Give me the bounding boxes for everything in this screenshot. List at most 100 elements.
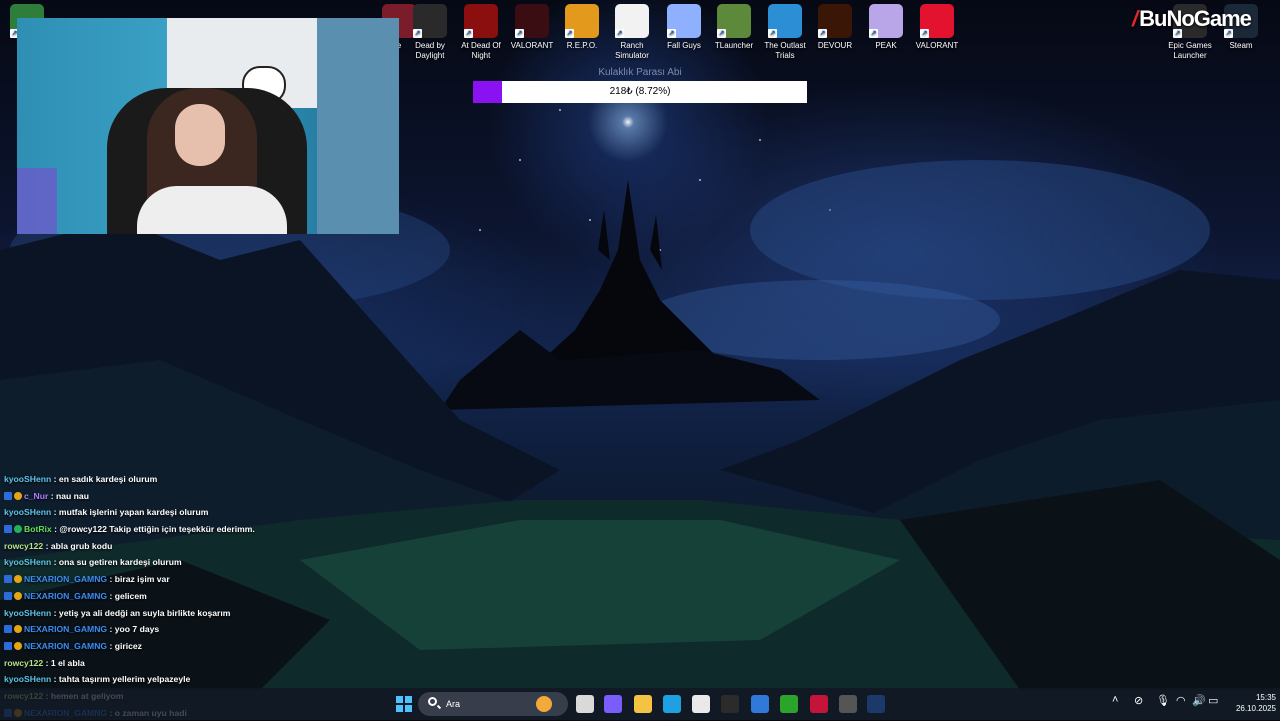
shortcut-arrow-icon: ↗ (869, 29, 878, 38)
windows-logo-pane (405, 705, 412, 712)
chat-message: kyooSHenn : tahta taşırım yellerim yelpa… (4, 671, 364, 688)
chat-text: nau nau (56, 490, 89, 501)
tray-chevron-icon[interactable]: ˄ (1112, 694, 1118, 706)
chat-text: 1 el abla (50, 657, 85, 668)
desktop-icon-label: VALORANT (510, 41, 554, 50)
valorant-taskbar-icon[interactable] (810, 695, 828, 713)
webcam-door (317, 18, 399, 234)
brand-logo: /BuNoGame (1132, 6, 1252, 31)
icon-dead-by-daylight[interactable]: ↗ Dead by Daylight (403, 4, 457, 61)
desktop-icon-label: At Dead Of Night (461, 41, 501, 60)
folder-icon[interactable] (634, 695, 652, 713)
icon-ranch-simulator[interactable]: ↗ Ranch Simulator (605, 4, 659, 61)
sub-badge-icon (14, 625, 22, 634)
chat-separator: : (107, 574, 115, 585)
shortcut-arrow-icon: ↗ (768, 29, 777, 38)
icon-ranch-simulator-image: ↗ (615, 4, 649, 38)
chat-text: en sadık kardeşi olurum (58, 474, 158, 484)
epic-icon[interactable] (721, 695, 739, 713)
chat-username: NEXARION_GAMNG (24, 590, 108, 601)
battery-icon[interactable]: ▭ (1208, 694, 1218, 707)
chat-message: NEXARION_GAMNG : yoo 7 days (4, 621, 364, 638)
chat-username: kyooSHenn (4, 607, 52, 618)
clock-time: 15:35 (1255, 693, 1276, 702)
chat-separator: : (51, 557, 59, 568)
webcam-light (17, 168, 57, 234)
taskbar-search[interactable]: Ara (418, 692, 568, 716)
desktop-icon-label: TLauncher (714, 41, 754, 50)
icon-valorant[interactable]: ↗ VALORANT (505, 4, 559, 51)
chat-separator: : (107, 640, 115, 651)
sub-badge-icon (14, 575, 22, 584)
chat-username: NEXARION_GAMNG (24, 624, 108, 635)
chat-overlay: kyooSHenn : en sadık kardeşi olurum c_Nur… (4, 471, 364, 721)
chat-separator: : (43, 540, 51, 551)
chat-username: NEXARION_GAMNG (24, 640, 108, 651)
icon-devour[interactable]: ↗ DEVOUR (808, 4, 862, 51)
chat-text: mutfak işlerini yapan kardeşi olurum (58, 507, 209, 518)
icon-repo-image: ↗ (565, 4, 599, 38)
microphone-icon[interactable]: 🎙 (1156, 694, 1170, 707)
icon-outlast-trials[interactable]: ↗ The Outlast Trials (758, 4, 812, 61)
icon-fall-guys-image: ↗ (667, 4, 701, 38)
windows-logo-pane (405, 696, 412, 703)
desktop-icon-label: R.E.P.O. (566, 41, 598, 50)
desktop-icon-label: Steam (1229, 41, 1253, 50)
copilot-icon[interactable] (604, 695, 622, 713)
icon-tlauncher[interactable]: ↗ TLauncher (707, 4, 761, 51)
steam-taskbar-icon[interactable] (867, 695, 885, 713)
webcam-shirt (137, 186, 287, 234)
start-button[interactable] (396, 696, 412, 712)
chat-username: c_Nur (24, 490, 49, 501)
shortcut-arrow-icon: ↗ (667, 29, 676, 38)
chat-message: c_Nur : nau nau (4, 488, 364, 505)
taskbar-clock[interactable]: 15:35 26.10.2025 (1226, 692, 1276, 714)
shortcut-arrow-icon: ↗ (920, 29, 929, 38)
webcam-face (175, 104, 225, 166)
icon-repo[interactable]: ↗ R.E.P.O. (555, 4, 609, 51)
obs-icon[interactable] (839, 695, 857, 713)
chat-separator: : (48, 490, 56, 501)
chat-username: BotRix (24, 524, 52, 535)
mod-badge-icon (4, 525, 12, 534)
chat-separator: : (107, 590, 115, 601)
icon-valorant-image: ↗ (515, 4, 549, 38)
icon-devour-image: ↗ (818, 4, 852, 38)
shortcut-arrow-icon: ↗ (464, 29, 473, 38)
icon-fall-guys[interactable]: ↗ Fall Guys (657, 4, 711, 51)
wifi-icon[interactable]: ◠ (1176, 694, 1186, 707)
chat-username: kyooSHenn (4, 474, 52, 484)
icon-valorant-2[interactable]: ↗ VALORANT (910, 4, 964, 51)
chat-text: yetiş ya ali dedği an suyla birlikte koş… (58, 607, 231, 618)
mod-badge-icon (4, 491, 12, 500)
edge-icon[interactable] (663, 695, 681, 713)
volume-icon[interactable]: 🔊 (1192, 694, 1206, 707)
tray-network-off-icon[interactable]: ⊘ (1134, 694, 1143, 707)
chat-message: NEXARION_GAMNG : giricez (4, 638, 364, 655)
chat-text: @rowcy122 Takip ettiğin için teşekkür ed… (59, 524, 255, 535)
sub-badge-icon (14, 641, 22, 650)
chat-text: gelicem (114, 590, 147, 601)
icon-at-dead-of-night[interactable]: ↗ At Dead Of Night (454, 4, 508, 61)
chat-username: kyooSHenn (4, 557, 52, 568)
shortcut-arrow-icon: ↗ (818, 29, 827, 38)
file-explorer-dark-icon[interactable] (576, 695, 594, 713)
chat-separator: : (51, 507, 59, 518)
xbox-icon[interactable] (780, 695, 798, 713)
chat-separator: : (51, 474, 59, 484)
desktop-icon-label: Fall Guys (667, 41, 701, 50)
desktop-icon-label: Dead by Daylight (415, 41, 445, 60)
icon-valorant-2-image: ↗ (920, 4, 954, 38)
goal-progress-bar: 218₺ (8.72%) (473, 81, 807, 103)
search-icon (428, 697, 437, 706)
chat-separator: : (107, 624, 115, 635)
chat-message: rowcy122 : 1 el abla (4, 655, 364, 672)
chat-separator: : (51, 674, 59, 685)
mod-badge-icon (4, 625, 12, 634)
vscode-icon[interactable] (751, 695, 769, 713)
chat-text: tahta taşırım yellerim yelpazeyle (58, 674, 191, 685)
icon-peak[interactable]: ↗ PEAK (859, 4, 913, 51)
chat-username: kyooSHenn (4, 507, 52, 518)
store-icon[interactable] (692, 695, 710, 713)
chat-username: NEXARION_GAMNG (24, 574, 108, 585)
